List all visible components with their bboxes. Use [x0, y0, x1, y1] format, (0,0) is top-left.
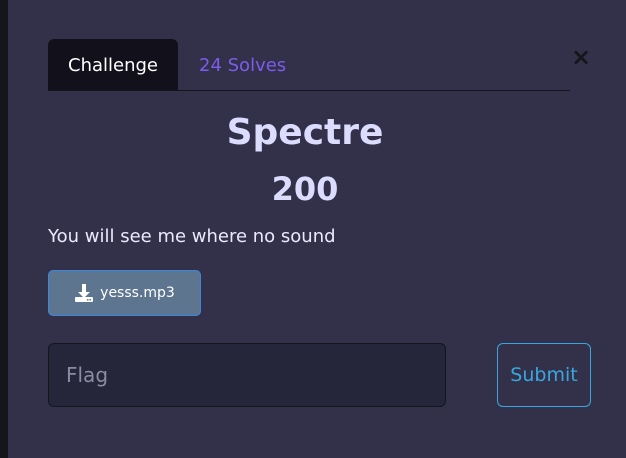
download-icon: [75, 284, 94, 302]
tab-solves[interactable]: 24 Solves: [199, 39, 286, 90]
tab-solves-label: 24 Solves: [199, 55, 287, 76]
tab-challenge-label: Challenge: [68, 55, 158, 76]
close-icon: ×: [570, 43, 592, 71]
tab-challenge[interactable]: Challenge: [48, 39, 178, 90]
challenge-title: Spectre: [226, 112, 384, 153]
challenge-description: You will see me where no sound: [48, 226, 336, 247]
challenge-points: 200: [271, 170, 339, 208]
file-download-button[interactable]: yesss.mp3: [48, 270, 201, 316]
tab-bar: Challenge 24 Solves: [48, 39, 570, 91]
close-button[interactable]: ×: [570, 44, 592, 70]
flag-input[interactable]: [48, 343, 446, 407]
file-name: yesss.mp3: [100, 285, 175, 301]
backdrop-edge: [0, 0, 8, 458]
challenge-modal: × Challenge 24 Solves You will see me wh…: [8, 0, 626, 458]
submit-button[interactable]: Submit: [497, 343, 591, 407]
